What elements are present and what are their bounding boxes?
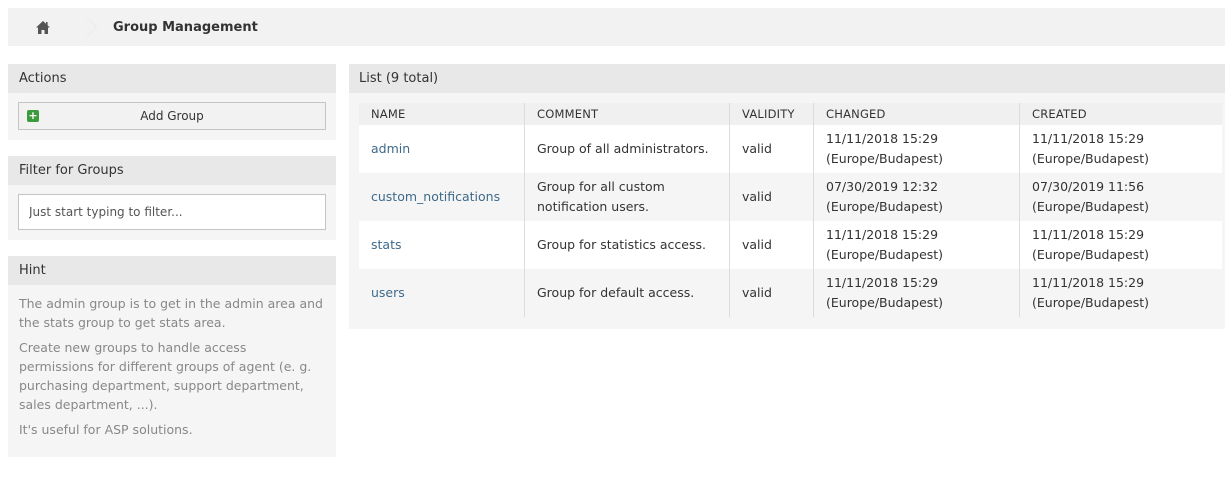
group-created: 11/11/2018 15:29 (Europe/Budapest) [1019,269,1222,317]
group-validity: valid [729,173,814,221]
group-changed: 11/11/2018 15:29 (Europe/Budapest) [813,221,1020,269]
table-row[interactable]: users Group for default access. valid 11… [359,269,1222,317]
sidebar: Actions + Add Group Filter for Groups Hi… [8,64,336,473]
group-name-link[interactable]: users [371,285,405,300]
group-created: 07/30/2019 11:56 (Europe/Budapest) [1019,173,1222,221]
group-name-link[interactable]: stats [371,237,402,252]
group-comment: Group of all administrators. [524,125,730,173]
actions-title: Actions [8,64,336,93]
home-icon [36,20,50,34]
filter-input[interactable] [18,194,326,230]
column-header-comment[interactable]: COMMENT [524,103,730,125]
groups-table: NAME COMMENT VALIDITY CHANGED CREATED ad… [359,103,1222,317]
table-row[interactable]: custom_notifications Group for all custo… [359,173,1222,221]
breadcrumb-home[interactable] [8,8,97,46]
add-group-button[interactable]: + Add Group [18,102,326,130]
column-header-created[interactable]: CREATED [1019,103,1222,125]
hint-title: Hint [8,256,336,285]
hint-paragraph: Create new groups to handle access permi… [19,340,312,412]
group-list-widget: List (9 total) NAME COMMENT VALIDITY CHA… [349,64,1225,329]
group-created: 11/11/2018 15:29 (Europe/Budapest) [1019,125,1222,173]
hint-widget: Hint The admin group is to get in the ad… [8,256,336,457]
group-comment: Group for default access. [524,269,730,317]
hint-paragraph: The admin group is to get in the admin a… [19,296,323,330]
table-header-row: NAME COMMENT VALIDITY CHANGED CREATED [359,103,1222,125]
column-header-name[interactable]: NAME [359,103,525,125]
group-changed: 11/11/2018 15:29 (Europe/Budapest) [813,125,1020,173]
group-name-link[interactable]: admin [371,141,410,156]
hint-paragraph: It's useful for ASP solutions. [19,422,193,437]
breadcrumb-current: Group Management [113,19,258,35]
table-row[interactable]: admin Group of all administrators. valid… [359,125,1222,173]
group-changed: 07/30/2019 12:32 (Europe/Budapest) [813,173,1020,221]
column-header-validity[interactable]: VALIDITY [729,103,814,125]
table-row[interactable]: stats Group for statistics access. valid… [359,221,1222,269]
filter-widget: Filter for Groups [8,156,336,240]
group-comment: Group for statistics access. [524,221,730,269]
add-group-label: Add Group [140,109,204,123]
plus-square-icon: + [27,109,39,122]
group-validity: valid [729,125,814,173]
column-header-changed[interactable]: CHANGED [813,103,1020,125]
group-validity: valid [729,221,814,269]
group-validity: valid [729,269,814,317]
group-changed: 11/11/2018 15:29 (Europe/Budapest) [813,269,1020,317]
filter-title: Filter for Groups [8,156,336,185]
group-name-link[interactable]: custom_notifications [371,189,500,204]
group-created: 11/11/2018 15:29 (Europe/Budapest) [1019,221,1222,269]
breadcrumb: Group Management [8,8,1225,46]
group-comment: Group for all custom notification users. [524,173,730,221]
list-title: List (9 total) [349,64,1225,93]
actions-widget: Actions + Add Group [8,64,336,140]
